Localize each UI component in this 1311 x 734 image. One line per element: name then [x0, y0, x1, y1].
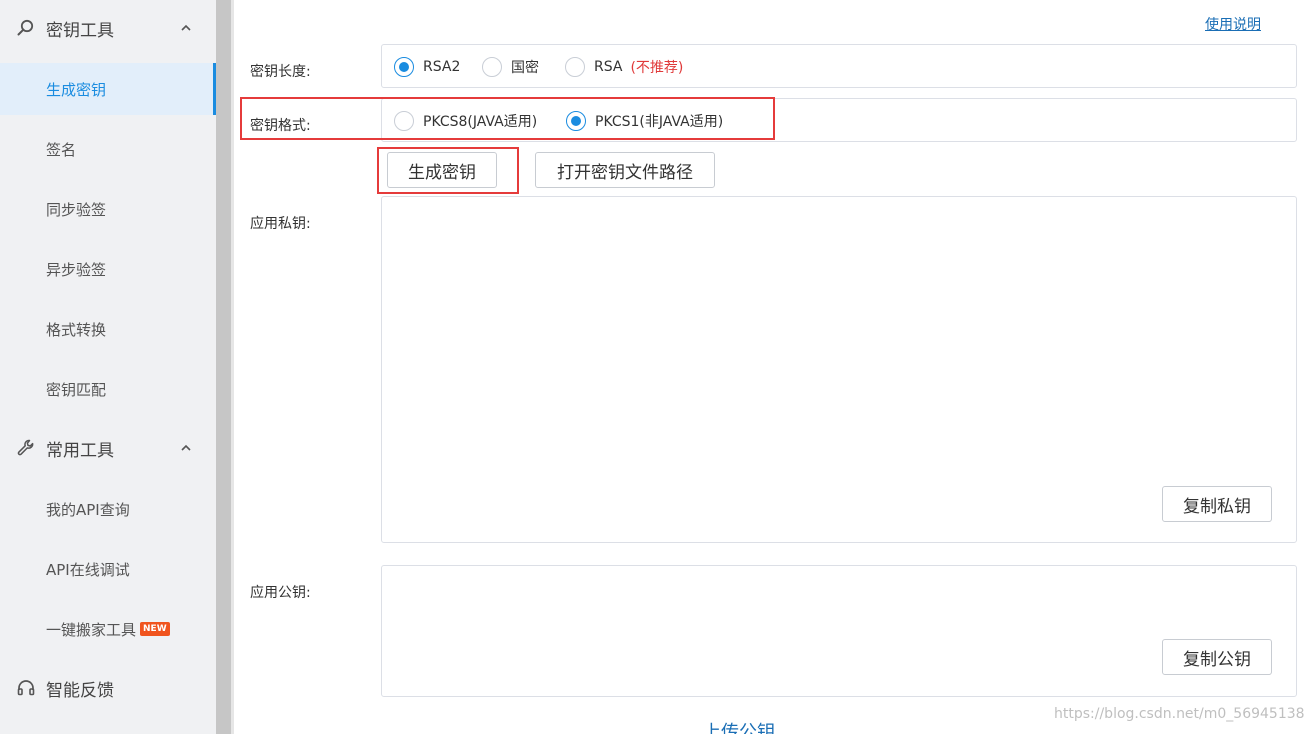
radio-dot: [482, 57, 502, 77]
radio-rsa2[interactable]: RSA2: [394, 57, 460, 77]
radio-pkcs1[interactable]: PKCS1(非JAVA适用): [566, 111, 723, 131]
sidebar-item-label: 异步验签: [46, 260, 107, 279]
wrench-icon: [17, 439, 34, 456]
sidebar-item-async-verify[interactable]: 异步验签: [0, 243, 216, 295]
private-key-label: 应用私钥:: [250, 216, 311, 232]
radio-dot: [565, 57, 585, 77]
radio-label: RSA: [594, 59, 623, 75]
sidebar-item-my-api-query[interactable]: 我的API查询: [0, 483, 216, 535]
sidebar-item-sign[interactable]: 签名: [0, 123, 216, 175]
sidebar-item-generate-key[interactable]: 生成密钥: [0, 63, 216, 115]
sidebar-item-label: 生成密钥: [46, 80, 107, 99]
sidebar-item-api-debug[interactable]: API在线调试: [0, 543, 216, 595]
headset-icon: [17, 680, 35, 696]
sidebar-item-label: 一键搬家工具: [46, 620, 137, 639]
sidebar-group-label: 常用工具: [46, 440, 114, 461]
sidebar-item-label: 签名: [46, 140, 77, 159]
private-key-textarea[interactable]: [388, 202, 1148, 536]
chevron-up-icon[interactable]: [180, 442, 192, 454]
sidebar-group-common-tools[interactable]: 常用工具: [0, 420, 216, 476]
sidebar-group-feedback[interactable]: 智能反馈: [0, 660, 216, 716]
sidebar-item-label: 密钥匹配: [46, 380, 107, 399]
radio-rsa[interactable]: RSA (不推荐): [565, 57, 683, 77]
sidebar-group-label: 密钥工具: [46, 20, 114, 41]
new-badge: NEW: [140, 622, 170, 636]
key-format-label: 密钥格式:: [250, 118, 311, 134]
copy-public-key-button[interactable]: 复制公钥: [1162, 639, 1272, 675]
radio-label: PKCS1(非JAVA适用): [595, 114, 724, 130]
sidebar-item-sync-verify[interactable]: 同步验签: [0, 183, 216, 235]
public-key-textarea[interactable]: [388, 571, 1148, 691]
radio-dot: [566, 111, 586, 131]
copy-private-key-button[interactable]: 复制私钥: [1162, 486, 1272, 522]
radio-label: PKCS8(JAVA适用): [423, 114, 538, 130]
watermark: https://blog.csdn.net/m0_56945138: [1054, 706, 1305, 722]
sidebar-item-label: 同步验签: [46, 200, 107, 219]
sidebar: 密钥工具 生成密钥 签名 同步验签 异步验签 格式转换 密钥匹配 常用工具 我的…: [0, 0, 216, 734]
sidebar-group-label: 智能反馈: [46, 680, 114, 701]
help-link[interactable]: 使用说明: [1205, 14, 1261, 34]
sidebar-item-label: 我的API查询: [46, 500, 130, 519]
key-length-label: 密钥长度:: [250, 64, 311, 80]
sidebar-group-key-tools[interactable]: 密钥工具: [0, 0, 216, 56]
search-icon: [17, 19, 34, 36]
sidebar-scroll-divider[interactable]: [216, 0, 234, 734]
sidebar-item-key-match[interactable]: 密钥匹配: [0, 363, 216, 415]
radio-dot: [394, 111, 414, 131]
generate-key-button[interactable]: 生成密钥: [387, 152, 497, 188]
radio-label: RSA2: [423, 59, 461, 75]
not-recommended-note: (不推荐): [630, 60, 684, 76]
chevron-up-icon[interactable]: [180, 22, 192, 34]
radio-pkcs8[interactable]: PKCS8(JAVA适用): [394, 111, 537, 131]
upload-public-key-link[interactable]: 上传公钥: [703, 718, 775, 734]
radio-dot: [394, 57, 414, 77]
radio-sm2[interactable]: 国密: [482, 57, 539, 77]
public-key-label: 应用公钥:: [250, 585, 311, 601]
sidebar-item-label-wrap: 一键搬家工具 NEW: [46, 619, 170, 640]
radio-label: 国密: [511, 60, 539, 76]
open-key-path-button[interactable]: 打开密钥文件路径: [535, 152, 715, 188]
sidebar-item-migration-tool[interactable]: 一键搬家工具 NEW: [0, 603, 216, 655]
sidebar-item-label: 格式转换: [46, 320, 107, 339]
sidebar-item-format-convert[interactable]: 格式转换: [0, 303, 216, 355]
sidebar-item-label: API在线调试: [46, 560, 130, 579]
